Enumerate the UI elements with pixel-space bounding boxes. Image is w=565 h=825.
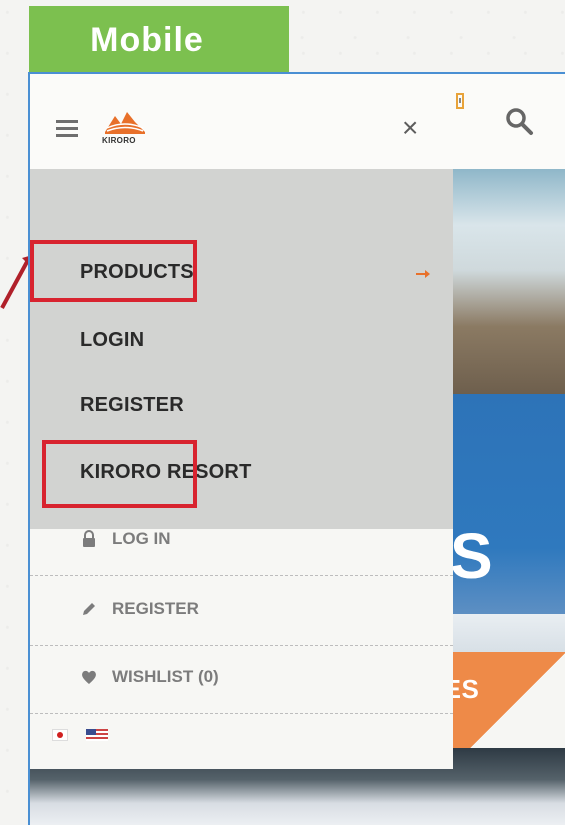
sub-item-label: WISHLIST (0) [112, 667, 219, 686]
logo-text: KIRORO [102, 136, 136, 145]
sub-item-register[interactable]: REGISTER [80, 599, 199, 619]
search-icon[interactable] [504, 106, 534, 136]
highlight-box-login [30, 240, 197, 302]
menu-item-label: REGISTER [80, 394, 184, 416]
hamburger-icon[interactable] [56, 120, 78, 138]
menu-item-label: LOGIN [80, 329, 145, 351]
menu-item-register[interactable]: REGISTER [80, 394, 184, 417]
japan-flag-icon[interactable] [52, 729, 68, 741]
hero-letter: S [450, 520, 495, 592]
close-icon[interactable]: × [402, 114, 418, 142]
top-bar: KIRORO × [30, 74, 565, 169]
divider [30, 713, 453, 714]
menu-item-login[interactable]: LOGIN [80, 329, 144, 352]
lock-icon [83, 530, 95, 547]
divider [30, 575, 453, 576]
us-flag-icon[interactable] [86, 729, 108, 741]
hero-mountain-image [450, 169, 565, 394]
mobile-screen: S 2020-2021 SEASON PASSES KIRORO × PRODU [28, 72, 565, 825]
arrow-right-icon[interactable] [416, 269, 430, 279]
shopping-bag-icon[interactable] [454, 90, 466, 112]
heart-icon [82, 670, 96, 684]
sub-item-wishlist[interactable]: WISHLIST (0) [80, 667, 219, 687]
divider [30, 645, 453, 646]
sub-item-log-in[interactable]: LOG IN [80, 529, 171, 549]
mobile-label: Mobile [90, 20, 204, 59]
highlight-box-log-in [42, 440, 197, 508]
language-switcher [52, 729, 108, 741]
sub-item-label: REGISTER [112, 599, 199, 618]
pencil-icon [83, 603, 95, 615]
sub-item-label: LOG IN [112, 529, 171, 548]
mobile-label-tag: Mobile [29, 6, 289, 74]
